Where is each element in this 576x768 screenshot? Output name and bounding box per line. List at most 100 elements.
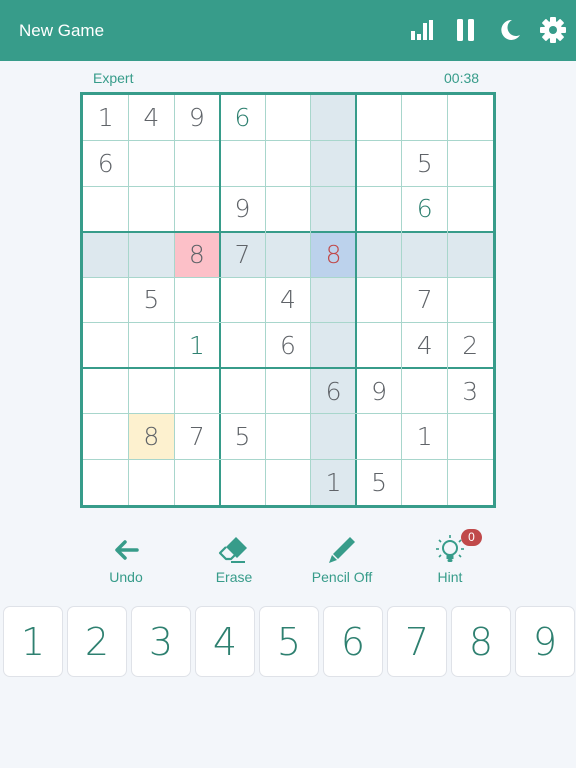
cell-r8c4[interactable]: 5 [220, 414, 266, 460]
cell-r1c4[interactable]: 6 [220, 95, 266, 141]
cell-r6c6[interactable] [310, 322, 357, 369]
cell-r8c6[interactable] [310, 413, 357, 460]
cell-r2c6[interactable] [310, 140, 357, 187]
cell-r5c6[interactable] [310, 277, 357, 323]
cell-r2c8[interactable]: 5 [402, 141, 448, 187]
cell-r6c7[interactable] [356, 323, 402, 369]
number-key-4[interactable]: 4 [195, 606, 255, 677]
cell-r9c8[interactable] [402, 459, 448, 505]
cell-r9c3[interactable] [174, 459, 220, 505]
number-key-6[interactable]: 6 [323, 606, 383, 677]
cell-r2c2[interactable] [129, 141, 175, 187]
cell-r3c9[interactable] [447, 186, 493, 232]
cell-r8c2[interactable]: 8 [128, 413, 175, 460]
cell-r6c8[interactable]: 4 [402, 323, 448, 369]
settings-icon[interactable] [539, 16, 567, 44]
cell-r8c1[interactable] [83, 414, 129, 460]
cell-r1c6[interactable] [310, 95, 357, 141]
cell-r3c2[interactable] [129, 186, 175, 232]
dark-mode-icon[interactable] [496, 16, 524, 44]
cell-r8c8[interactable]: 1 [402, 414, 448, 460]
number-key-3[interactable]: 3 [131, 606, 191, 677]
cell-r7c5[interactable] [265, 368, 311, 414]
cell-r2c4[interactable] [220, 141, 266, 187]
cell-r2c9[interactable] [447, 141, 493, 187]
cell-r2c7[interactable] [356, 141, 402, 187]
cell-r2c3[interactable] [174, 141, 220, 187]
cell-r4c9[interactable] [447, 231, 493, 278]
cell-r9c4[interactable] [220, 459, 266, 505]
cell-r2c1[interactable]: 6 [83, 141, 129, 187]
cell-r7c2[interactable] [129, 368, 175, 414]
cell-r4c7[interactable] [356, 231, 402, 278]
cell-r1c9[interactable] [447, 95, 493, 141]
cell-r5c8[interactable]: 7 [402, 277, 448, 323]
cell-r3c4[interactable]: 9 [220, 186, 266, 232]
cell-r3c8[interactable]: 6 [402, 186, 448, 232]
cell-r3c7[interactable] [356, 186, 402, 232]
cell-r5c7[interactable] [356, 277, 402, 323]
cell-r6c3[interactable]: 1 [174, 323, 220, 369]
pencil-toggle-button[interactable]: Pencil Off [297, 535, 387, 585]
cell-r2c5[interactable] [265, 141, 311, 187]
undo-button[interactable]: Undo [81, 535, 171, 585]
cell-r1c1[interactable]: 1 [83, 95, 129, 141]
cell-r5c4[interactable] [220, 277, 266, 323]
cell-r7c3[interactable] [174, 368, 220, 414]
number-key-8[interactable]: 8 [451, 606, 511, 677]
number-key-9[interactable]: 9 [515, 606, 575, 677]
erase-button[interactable]: Erase [189, 535, 279, 585]
pause-icon[interactable] [452, 16, 480, 44]
cell-r6c4[interactable] [220, 323, 266, 369]
number-key-5[interactable]: 5 [259, 606, 319, 677]
cell-r4c6[interactable]: 8 [310, 231, 357, 278]
cell-r4c5[interactable] [265, 231, 311, 278]
cell-r8c5[interactable] [265, 414, 311, 460]
cell-r4c3[interactable]: 8 [174, 231, 220, 278]
number-key-2[interactable]: 2 [67, 606, 127, 677]
cell-r8c3[interactable]: 7 [174, 414, 220, 460]
hint-button[interactable]: 0 Hint [405, 529, 495, 585]
cell-r5c1[interactable] [83, 277, 129, 323]
cell-r7c1[interactable] [83, 368, 129, 414]
cell-r5c9[interactable] [447, 277, 493, 323]
cell-r1c3[interactable]: 9 [174, 95, 220, 141]
cell-r5c5[interactable]: 4 [265, 277, 311, 323]
cell-r6c9[interactable]: 2 [447, 323, 493, 369]
cell-r3c6[interactable] [310, 186, 357, 232]
cell-r8c9[interactable] [447, 414, 493, 460]
cell-value: 4 [416, 331, 433, 361]
cell-r7c4[interactable] [220, 368, 266, 414]
cell-r9c9[interactable] [447, 459, 493, 505]
cell-r9c6[interactable]: 1 [310, 459, 357, 505]
cell-r1c8[interactable] [402, 95, 448, 141]
cell-r9c7[interactable]: 5 [356, 459, 402, 505]
number-key-1[interactable]: 1 [3, 606, 63, 677]
cell-r7c8[interactable] [402, 368, 448, 414]
cell-r4c4[interactable]: 7 [219, 231, 266, 278]
cell-r4c8[interactable] [401, 231, 448, 278]
cell-r6c5[interactable]: 6 [265, 323, 311, 369]
cell-r9c1[interactable] [83, 459, 129, 505]
cell-r7c9[interactable]: 3 [447, 368, 493, 414]
cell-r1c2[interactable]: 4 [129, 95, 175, 141]
cell-r8c7[interactable] [356, 414, 402, 460]
cell-r4c1[interactable] [83, 231, 129, 278]
cell-r1c5[interactable] [265, 95, 311, 141]
cell-r3c3[interactable] [174, 186, 220, 232]
cell-r9c5[interactable] [265, 459, 311, 505]
cell-r1c7[interactable] [356, 95, 402, 141]
cell-r7c6[interactable]: 6 [310, 368, 357, 414]
cell-r9c2[interactable] [129, 459, 175, 505]
cell-r7c7[interactable]: 9 [356, 368, 402, 414]
cell-r5c2[interactable]: 5 [129, 277, 175, 323]
cell-r6c2[interactable] [129, 323, 175, 369]
cell-r5c3[interactable] [174, 277, 220, 323]
stats-icon[interactable] [408, 16, 436, 44]
cell-r4c2[interactable] [128, 231, 175, 278]
cell-r3c5[interactable] [265, 186, 311, 232]
new-game-button[interactable]: New Game [19, 21, 104, 41]
cell-r3c1[interactable] [83, 186, 129, 232]
number-key-7[interactable]: 7 [387, 606, 447, 677]
cell-r6c1[interactable] [83, 323, 129, 369]
